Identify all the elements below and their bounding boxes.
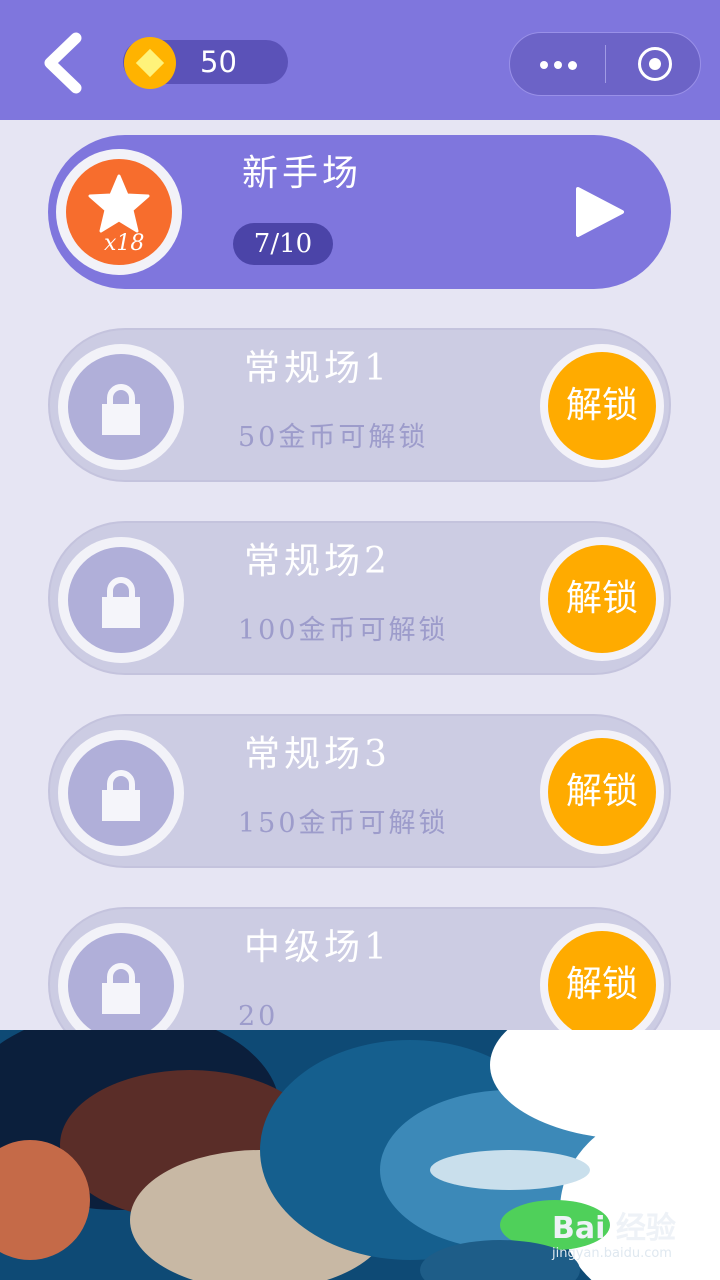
back-chevron-icon[interactable] [36,28,92,98]
capsule-divider [605,45,606,83]
star-badge: x18 [56,149,182,275]
unlock-cost: 150金币可解锁 [238,808,449,839]
unlock-button-label: 解锁 [548,545,656,653]
watermark-brand-cn: 经验 [615,1211,676,1246]
lock-icon [102,384,140,435]
lock-badge [58,537,184,663]
unlock-cost: 50金币可解锁 [238,422,429,453]
play-icon[interactable] [574,185,626,239]
unlock-button-label: 解锁 [548,352,656,460]
watermark-url: jingyan.baidu.com [552,1246,672,1261]
watermark-brand: Bai [552,1211,606,1246]
lock-icon [102,577,140,628]
unlock-button-label: 解锁 [548,931,656,1039]
level-title: 常规场2 [244,541,391,582]
unlock-button[interactable]: 解锁 [540,923,664,1047]
level-title: 常规场3 [244,734,391,775]
target-circle-icon[interactable] [638,47,672,81]
mini-program-capsule [509,32,701,96]
lock-badge [58,730,184,856]
unlock-cost: 100金币可解锁 [238,615,449,646]
coin-diamond-icon [124,37,176,89]
top-bar: 50 [0,0,720,120]
star-icon [88,174,150,233]
level-progress: 7/10 [233,223,333,265]
level-card-regular-2: 常规场2 100金币可解锁 解锁 [48,521,671,675]
lock-badge [58,344,184,470]
lock-icon [102,963,140,1014]
level-title: 常规场1 [244,348,391,389]
level-title: 新手场 [242,153,363,194]
unlock-button[interactable]: 解锁 [540,344,664,468]
unlock-button-label: 解锁 [548,738,656,846]
star-multiplier: x18 [104,231,145,256]
level-card-beginner[interactable]: x18 新手场 7/10 [48,135,671,289]
unlock-button[interactable]: 解锁 [540,537,664,661]
unlock-button[interactable]: 解锁 [540,730,664,854]
watermark-logo: Bai 经验 [552,1212,676,1246]
level-card-regular-1: 常规场1 50金币可解锁 解锁 [48,328,671,482]
lock-icon [102,770,140,821]
level-card-regular-3: 常规场3 150金币可解锁 解锁 [48,714,671,868]
coin-count: 50 [200,45,237,79]
more-dots-icon[interactable] [538,53,578,75]
level-title: 中级场1 [244,927,391,968]
